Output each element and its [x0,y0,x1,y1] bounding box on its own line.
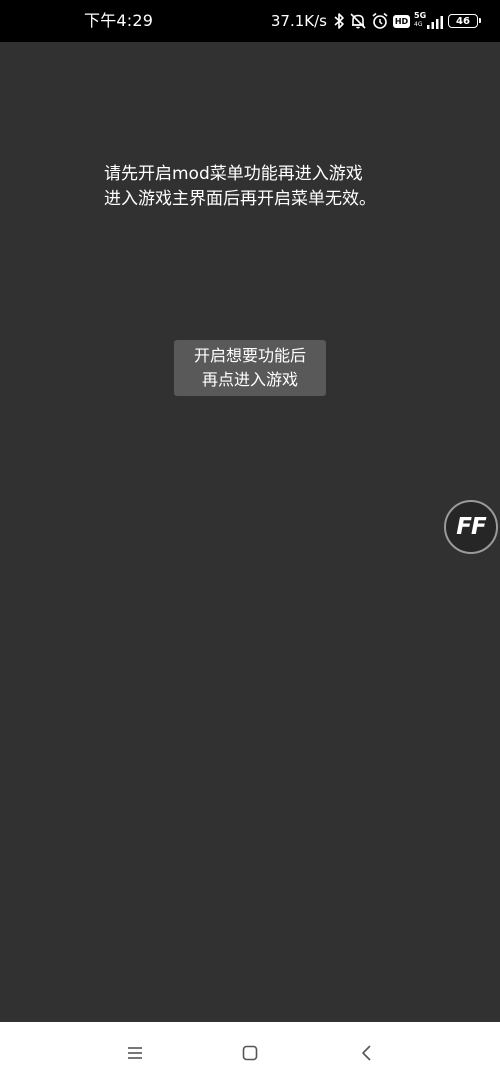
network-speed: 37.1K/s [270,12,327,30]
message-line-1: 请先开启mod菜单功能再进入游戏 [104,164,363,184]
signal-5g-label: 5G [414,11,427,20]
enter-button-line-2: 再点进入游戏 [201,370,298,389]
status-time: 下午4:29 [84,11,154,30]
navigation-bar [0,1022,500,1083]
message-line-2: 进入游戏主界面后再开启菜单无效。 [104,189,376,209]
back-button[interactable] [354,1040,380,1066]
menu-button[interactable] [122,1040,148,1066]
battery-icon: 46 [448,14,481,28]
home-icon [242,1045,258,1061]
hd-icon: HD [393,14,410,28]
mute-bell-icon [349,12,367,30]
status-bar: 下午4:29 37.1K/s HD 5G 4G 46 [0,0,500,42]
screen: 下午4:29 37.1K/s HD 5G 4G 46 请先开启mod菜单功能再进… [0,0,500,1083]
enter-game-button[interactable]: 开启想要功能后 再点进入游戏 [174,340,326,396]
alarm-icon [371,12,389,30]
back-icon [362,1045,371,1061]
signal-icon: 5G 4G [414,11,444,31]
floating-mod-button[interactable]: FF [444,500,498,554]
status-icons: 37.1K/s HD 5G 4G 46 [270,10,481,32]
bluetooth-icon [333,12,345,30]
enter-button-line-1: 开启想要功能后 [193,346,306,365]
home-button[interactable] [237,1040,263,1066]
instruction-message: 请先开启mod菜单功能再进入游戏 进入游戏主界面后再开启菜单无效。 [104,162,404,212]
signal-4g-label: 4G [414,21,423,28]
ff-logo-label: FF [456,514,486,540]
menu-icon [128,1047,142,1059]
